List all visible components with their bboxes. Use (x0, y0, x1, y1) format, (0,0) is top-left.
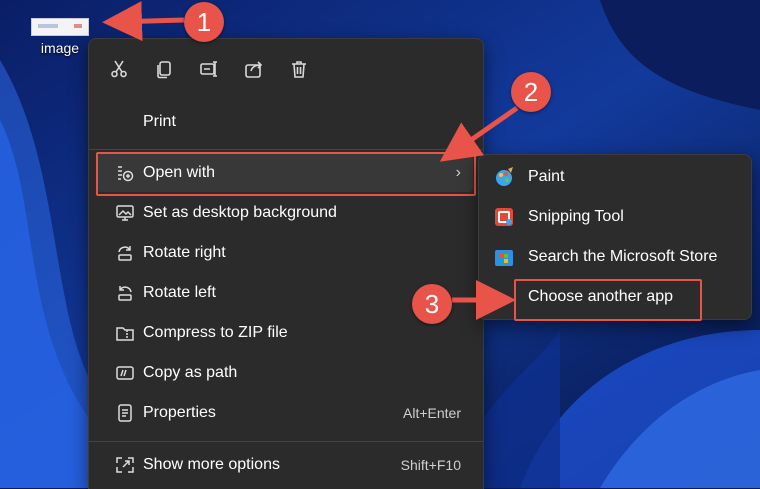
menu-item-rotate-right[interactable]: Rotate right (97, 234, 473, 272)
context-menu: Print Open with › Set as desktop backgro… (88, 38, 484, 489)
menu-item-label: Rotate right (143, 244, 226, 261)
step-badge-3: 3 (412, 284, 452, 324)
cut-icon (111, 60, 127, 78)
rename-button[interactable] (197, 57, 221, 81)
delete-icon (292, 61, 306, 78)
menu-item-label: Copy as path (143, 364, 238, 381)
menu-item-show-more-options[interactable]: Show more options Shift+F10 (97, 446, 473, 484)
menu-item-label: Open with (143, 164, 216, 181)
rename-icon (200, 61, 217, 77)
shortcut-text: Alt+Enter (403, 405, 461, 421)
step-badge-1: 1 (184, 2, 224, 42)
chevron-right-icon: › (455, 164, 461, 181)
submenu-item-label: Paint (528, 168, 565, 185)
desktop-file-label: image (40, 40, 80, 56)
rotate-right-icon (118, 246, 132, 261)
menu-item-label: Show more options (143, 456, 280, 473)
context-toolbar (107, 57, 311, 81)
copy-icon (157, 61, 171, 79)
step-badge-2: 2 (511, 72, 551, 112)
cut-button[interactable] (107, 57, 131, 81)
snipping-tool-icon (495, 208, 513, 226)
image-thumbnail (31, 18, 89, 36)
show-more-icon (116, 457, 134, 473)
submenu-item-label: Choose another app (528, 288, 673, 305)
open-with-submenu: Paint Snipping Tool Search the Microsoft… (478, 154, 752, 320)
paint-app-icon (496, 167, 513, 186)
zip-folder-icon (116, 327, 134, 341)
submenu-item-choose-another-app[interactable]: Choose another app (485, 279, 745, 315)
menu-item-label: Properties (143, 404, 216, 421)
copy-path-icon (116, 366, 134, 380)
submenu-item-label: Search the Microsoft Store (528, 248, 718, 265)
menu-item-label: Print (143, 113, 176, 130)
menu-item-properties[interactable]: Properties Alt+Enter (97, 394, 473, 432)
menu-item-label: Set as desktop background (143, 204, 337, 221)
copy-button[interactable] (152, 57, 176, 81)
menu-item-set-background[interactable]: Set as desktop background (97, 194, 473, 232)
submenu-item-snipping-tool[interactable]: Snipping Tool (485, 199, 745, 235)
shortcut-text: Shift+F10 (400, 457, 461, 473)
submenu-item-label: Snipping Tool (528, 208, 624, 225)
microsoft-store-icon (495, 250, 513, 266)
rotate-left-icon (118, 286, 132, 301)
menu-item-label: Rotate left (143, 284, 216, 301)
menu-separator (89, 149, 483, 150)
menu-item-open-with[interactable]: Open with › (97, 154, 473, 192)
desktop-background-icon (116, 205, 134, 221)
menu-item-copy-path[interactable]: Copy as path (97, 354, 473, 392)
share-button[interactable] (242, 57, 266, 81)
properties-icon (118, 404, 132, 422)
menu-separator (89, 441, 483, 442)
delete-button[interactable] (287, 57, 311, 81)
share-icon (245, 61, 263, 78)
menu-item-label: Compress to ZIP file (143, 324, 288, 341)
submenu-item-paint[interactable]: Paint (485, 159, 745, 195)
menu-item-print[interactable]: Print (97, 103, 473, 141)
desktop-file-image[interactable]: image (28, 18, 92, 56)
menu-item-compress-zip[interactable]: Compress to ZIP file (97, 314, 473, 352)
submenu-item-microsoft-store[interactable]: Search the Microsoft Store (485, 239, 745, 275)
open-with-icon (118, 166, 134, 182)
